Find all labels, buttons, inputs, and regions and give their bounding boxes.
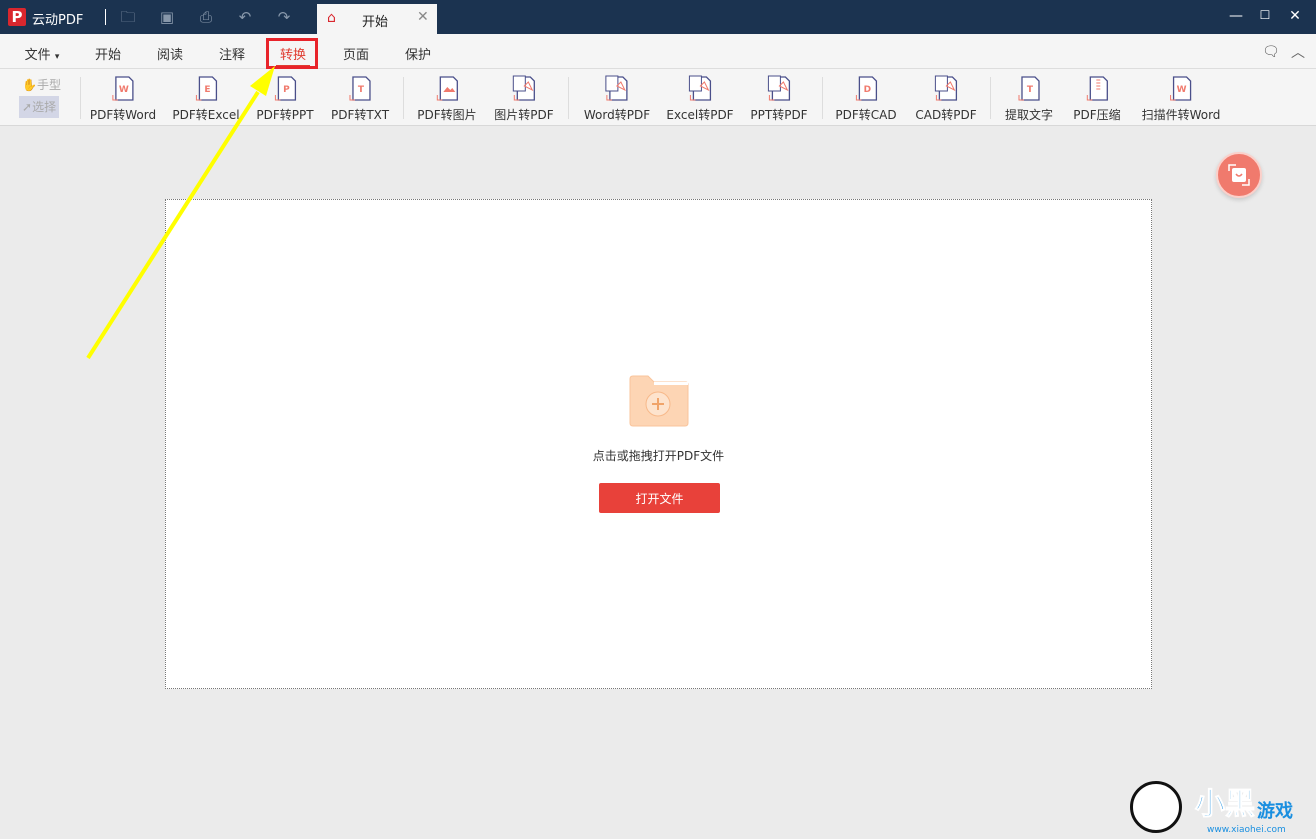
divider [568,77,569,119]
collapse-ribbon-icon[interactable]: ︿ [1291,42,1305,62]
close-window-button[interactable]: ✕ [1285,8,1305,24]
caret-down-icon: ▾ [54,52,60,62]
word-icon: W [1170,76,1192,101]
divider [822,77,823,119]
pdf-icon [436,76,458,101]
divider [403,77,404,119]
tool-label: PDF转图片 [417,108,477,122]
minimize-button[interactable]: — [1226,8,1246,24]
tool-----word[interactable]: W 扫描件转Word [1141,75,1221,123]
menu-page[interactable]: 页面 [343,44,369,63]
tool-label: PDF压缩 [1073,108,1121,122]
pdfexcel-icon: E [195,76,217,101]
svg-text:T: T [358,85,365,95]
tool-excel-pdf[interactable]: Excel转PDF [666,75,734,123]
open-folder-icon[interactable]: 🗀 [119,8,137,26]
close-tab-icon[interactable]: ✕ [417,9,429,25]
print-icon[interactable]: ⎙ [197,8,215,26]
scan-smile-icon [1228,164,1250,186]
watermark-logo: 小黑 游戏 www.xiaohei.com [1125,775,1315,839]
redo-icon[interactable]: ↷ [275,8,293,26]
tool-ppt-pdf[interactable]: PPT转PDF [750,75,808,123]
drop-prompt: 点击或拖拽打开PDF文件 [592,449,725,463]
pdf-icon [512,75,535,101]
hand-tool[interactable]: ✋手型 [19,74,64,96]
tool-label: PDF转Word [89,108,157,122]
drop-zone[interactable]: 点击或拖拽打开PDF文件 打开文件 [165,199,1152,689]
open-file-button[interactable]: 打开文件 [599,483,720,513]
annotation-highlight-box [266,38,318,69]
menu-start[interactable]: 开始 [95,44,121,63]
menu-protect[interactable]: 保护 [405,44,431,63]
title-bar: P 云动PDF 🗀 ▣ ⎙ ↶ ↷ ⌂ 开始 ✕ — ☐ ✕ [0,0,1316,34]
tool-pdf-ppt[interactable]: P PDF转PPT [256,75,314,123]
wordpdf-icon [605,75,628,101]
divider [105,9,106,25]
tool-pdf-excel[interactable]: E PDF转Excel [172,75,240,123]
svg-text:T: T [1027,85,1034,95]
convert-toolbar: ✋手型 ➚选择 W PDF转Word E PDF转Excel P PDF转PPT T PDF转… [0,69,1316,126]
svg-text:P: P [283,85,290,95]
tool-label: PDF转Excel [172,108,240,122]
menu-annotate[interactable]: 注释 [219,44,245,63]
divider [990,77,991,119]
folder-add-icon [629,375,689,427]
tool-----[interactable]: T 提取文字 [1005,75,1053,123]
svg-text:W: W [1177,85,1187,95]
tool-label: PDF转TXT [330,108,390,122]
maximize-button[interactable]: ☐ [1255,8,1275,22]
tool-pdf--[interactable]: PDF压缩 [1073,75,1121,123]
tool-label: PDF转CAD [835,108,897,122]
tool-pdf---[interactable]: PDF转图片 [417,75,477,123]
tool-label: Excel转PDF [666,108,734,122]
tool-cad-pdf[interactable]: CAD转PDF [915,75,977,123]
home-icon: ⌂ [327,10,336,26]
tab-label: 开始 [362,15,389,30]
app-name: 云动PDF [32,13,84,28]
document-tab-start[interactable]: ⌂ 开始 ✕ [317,4,437,34]
tool----pdf[interactable]: 图片转PDF [494,75,554,123]
tool-word-pdf[interactable]: Word转PDF [584,75,650,123]
scan-float-button[interactable] [1216,152,1262,198]
-icon: T [1018,76,1040,101]
tool-label: 提取文字 [1004,108,1054,122]
pdfppt-icon: P [274,76,296,101]
hand-label: 手型 [36,78,61,92]
svg-text:D: D [863,85,870,95]
tool-pdf-word[interactable]: W PDF转Word [90,75,156,123]
tool-label: PDF转PPT [256,108,314,122]
tool-label: Word转PDF [583,108,651,122]
menu-file[interactable]: 文件 ▾ [25,44,60,63]
menu-bar: 文件 ▾ 开始 阅读 注释 转换 页面 保护 🗨 ︿ [0,34,1316,69]
save-icon[interactable]: ▣ [158,8,176,26]
app-logo: P [8,8,26,26]
pdftxt-icon: T [349,76,371,101]
select-tool[interactable]: ➚选择 [19,96,60,118]
tool-pdf-txt[interactable]: T PDF转TXT [331,75,389,123]
excelpdf-icon [688,75,711,101]
pdfcad-icon: D [855,76,877,101]
pdf-icon [1086,76,1108,101]
hand-icon: ✋ [22,78,37,92]
tool-label: PPT转PDF [750,108,808,122]
cursor-icon: ➚ [22,100,33,114]
comment-icon[interactable]: 🗨 [1262,44,1280,60]
tool-label: 扫描件转Word [1141,108,1221,122]
tool-label: CAD转PDF [915,108,977,122]
divider [80,77,81,119]
cadpdf-icon [934,75,957,101]
menu-label: 文件 [24,48,51,63]
svg-text:W: W [119,85,129,95]
tool-pdf-cad[interactable]: D PDF转CAD [835,75,897,123]
select-label: 选择 [32,100,57,114]
svg-text:E: E [204,85,210,95]
pdfword-icon: W [112,76,134,101]
tool-label: 图片转PDF [494,108,554,122]
pptpdf-icon [767,75,790,101]
menu-read[interactable]: 阅读 [157,44,183,63]
undo-icon[interactable]: ↶ [236,8,254,26]
